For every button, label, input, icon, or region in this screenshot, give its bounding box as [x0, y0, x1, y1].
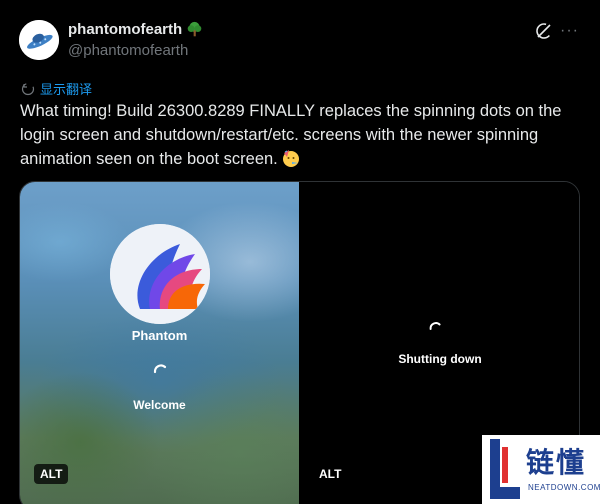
user-profile-picture: [110, 224, 210, 324]
show-translation-label[interactable]: 显示翻译: [40, 79, 92, 98]
login-status-text: Welcome: [133, 398, 186, 412]
translate-icon: [21, 82, 35, 95]
site-watermark: 链懂 NEATDOWN.COM: [482, 435, 600, 504]
author-handle[interactable]: @phantomofearth: [68, 42, 188, 59]
grok-icon[interactable]: [534, 21, 554, 41]
alt-text-badge-right[interactable]: ALT: [313, 464, 348, 484]
ufo-avatar-icon: [19, 20, 59, 60]
loading-spinner-icon: [429, 322, 441, 330]
loading-spinner-icon: [153, 364, 167, 374]
more-options-icon[interactable]: ···: [560, 22, 580, 40]
show-translation-link[interactable]: 显示翻译: [21, 79, 92, 98]
watermark-logo-icon: [490, 439, 520, 499]
watermark-brand-en: NEATDOWN.COM: [528, 483, 600, 492]
previous-post-edge: [0, 0, 600, 6]
shutdown-status-text: Shutting down: [398, 352, 482, 366]
author-display-name[interactable]: phantomofearth: [68, 21, 182, 38]
watermark-brand-cn: 链懂: [526, 447, 587, 478]
login-user-name: Phantom: [131, 328, 188, 343]
windows-bloom-icon: [110, 224, 210, 324]
login-screen-image[interactable]: Phantom Welcome ALT: [20, 182, 299, 504]
author-avatar[interactable]: [19, 20, 59, 60]
tree-icon: [187, 21, 202, 37]
tweet-text: What timing! Build 26300.8289 FINALLY re…: [20, 99, 580, 171]
face-with-party-horn-icon: [282, 150, 299, 167]
alt-text-badge-left[interactable]: ALT: [34, 464, 69, 484]
